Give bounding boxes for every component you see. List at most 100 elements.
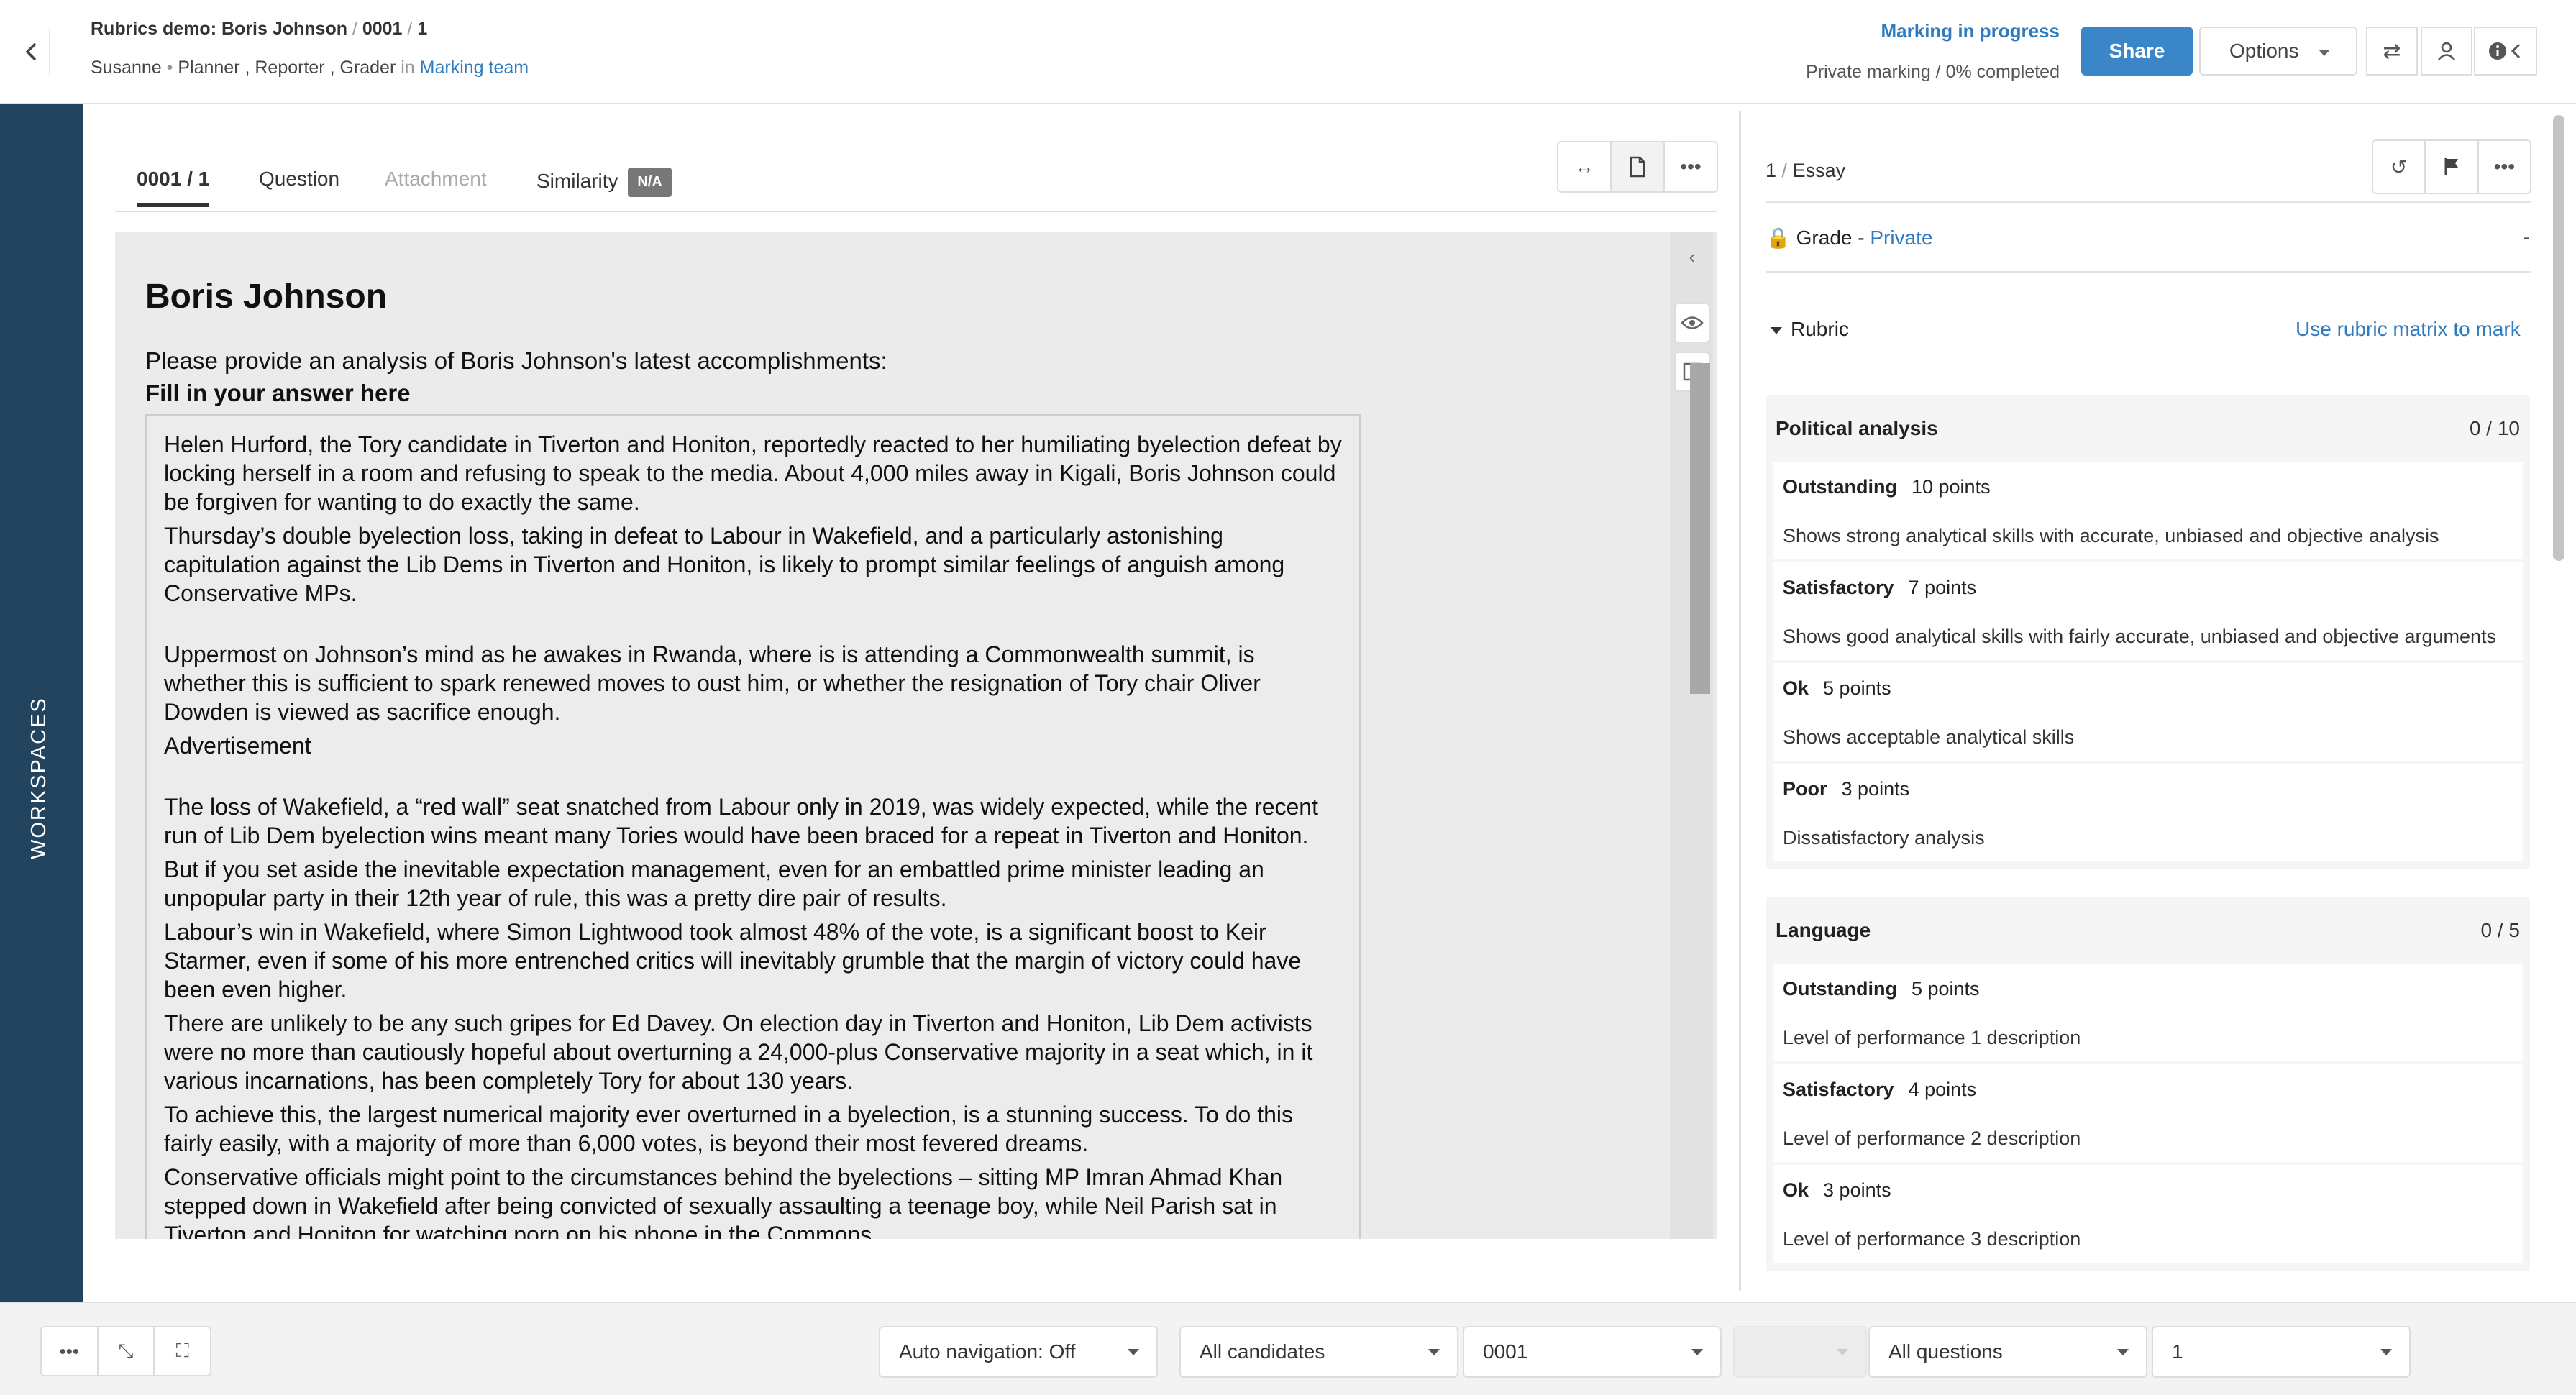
expand-width-button[interactable]: ↔ — [1558, 142, 1612, 191]
panel-divider[interactable] — [1739, 111, 1741, 1291]
similarity-badge: N/A — [628, 168, 672, 197]
in-word: in — [401, 58, 415, 78]
document-scrollbar[interactable] — [1690, 363, 1710, 694]
flag-button[interactable] — [2426, 141, 2479, 193]
level-points: 10 points — [1911, 476, 1991, 498]
role-list: Planner , Reporter , Grader — [178, 58, 396, 78]
grade-privacy-link[interactable]: Private — [1870, 227, 1932, 249]
level-name: Outstanding — [1783, 978, 1897, 1000]
breadcrumb: Rubrics demo: Boris Johnson / 0001 / 1 — [91, 19, 428, 39]
tab-similarity[interactable]: Similarity N/A — [536, 168, 672, 197]
info-panel-button[interactable] — [2474, 27, 2537, 76]
shrink-button[interactable]: ⤡ — [99, 1327, 155, 1375]
tab-question[interactable]: Question — [259, 168, 339, 191]
questions-filter-select[interactable]: All questions — [1868, 1326, 2147, 1378]
level-description: Shows good analytical skills with fairly… — [1783, 626, 2497, 647]
more-icon: ••• — [1680, 155, 1702, 178]
breadcrumb-candidate[interactable]: 0001 — [362, 19, 403, 39]
criterion-name: Language — [1776, 919, 1871, 941]
caret-down-icon — [1771, 326, 1782, 334]
team-link[interactable]: Marking team — [420, 58, 529, 78]
share-button[interactable]: Share — [2081, 27, 2193, 76]
level-description: Level of performance 3 description — [1783, 1228, 2081, 1250]
more-icon: ••• — [59, 1340, 79, 1362]
back-button[interactable] — [14, 29, 50, 75]
breadcrumb-question[interactable]: 1 — [417, 19, 427, 39]
swap-button[interactable]: ⇄ — [2366, 27, 2418, 76]
panel-more-button[interactable]: ••• — [2479, 141, 2530, 193]
undo-icon: ↺ — [2390, 155, 2408, 178]
chevron-down-icon — [2319, 50, 2330, 56]
expand-width-icon: ↔ — [1574, 155, 1594, 178]
criterion-name: Political analysis — [1776, 417, 1938, 439]
rubric-level[interactable]: Satisfactory 7 points Shows good analytic… — [1773, 562, 2523, 660]
eye-button[interactable] — [1674, 303, 1710, 343]
chevron-down-icon — [1128, 1349, 1139, 1355]
collapse-icon — [2511, 43, 2521, 59]
disabled-select — [1733, 1326, 1867, 1378]
level-description: Shows strong analytical skills with accu… — [1783, 525, 2439, 546]
similarity-label: Similarity — [536, 169, 618, 192]
collapse-tools-button[interactable]: ‹ — [1674, 237, 1710, 277]
candidate-value: 0001 — [1483, 1340, 1528, 1363]
rubric-level[interactable]: Ok 5 points Shows acceptable analytical s… — [1773, 663, 2523, 761]
criterion-political-analysis: Political analysis 0 / 10 Outstanding 10 … — [1766, 395, 2530, 869]
tab-attachment[interactable]: Attachment — [385, 168, 487, 191]
workspaces-label: WORKSPACES — [27, 697, 50, 859]
more-icon: ••• — [2493, 155, 2516, 178]
question-value: 1 — [2172, 1340, 2183, 1363]
document-view-button[interactable] — [1612, 142, 1665, 191]
undo-button[interactable]: ↺ — [2373, 141, 2426, 193]
options-dropdown[interactable]: Options — [2199, 27, 2357, 76]
grade-value: - — [2523, 226, 2530, 248]
criterion-language: Language 0 / 5 Outstanding 5 points Level… — [1766, 897, 2530, 1271]
grade-label: Grade — [1796, 227, 1853, 249]
answer-text-box[interactable]: Helen Hurford, the Tory candidate in Tiv… — [145, 414, 1361, 1239]
answer-document[interactable]: Boris Johnson Please provide an analysis… — [115, 232, 1717, 1239]
top-header: Rubrics demo: Boris Johnson / 0001 / 1 S… — [0, 0, 2576, 104]
answer-paragraph: There are unlikely to be any such gripes… — [164, 1010, 1313, 1094]
auto-navigation-select[interactable]: Auto navigation: Off — [879, 1326, 1158, 1378]
rubric-matrix-link[interactable]: Use rubric matrix to mark — [2296, 318, 2521, 341]
candidates-filter-value: All candidates — [1200, 1340, 1325, 1363]
rubric-level[interactable]: Outstanding 10 points Shows strong analyt… — [1773, 462, 2523, 559]
rubric-level[interactable]: Outstanding 5 points Level of performance… — [1773, 964, 2523, 1061]
eye-icon — [1681, 316, 1704, 329]
rubric-level[interactable]: Satisfactory 4 points Level of performanc… — [1773, 1064, 2523, 1162]
answer-paragraph: Uppermost on Johnson’s mind as he awakes… — [164, 641, 1261, 725]
criterion-header: Language 0 / 5 — [1766, 897, 2530, 964]
panel-scrollbar[interactable] — [2553, 115, 2564, 561]
question-type: Essay — [1792, 160, 1846, 181]
level-points: 5 points — [1823, 677, 1891, 699]
level-description: Level of performance 2 description — [1783, 1128, 2081, 1149]
rubric-toggle[interactable]: Rubric — [1771, 318, 1849, 341]
fullscreen-button[interactable]: ⛶ — [155, 1327, 210, 1375]
marking-status[interactable]: Marking in progress — [1881, 20, 2060, 42]
question-select[interactable]: 1 — [2152, 1326, 2411, 1378]
question-number: 1 — [1766, 160, 1777, 181]
candidates-filter-select[interactable]: All candidates — [1179, 1326, 1458, 1378]
level-points: 7 points — [1908, 577, 1977, 598]
workspaces-sidebar[interactable]: WORKSPACES — [0, 104, 83, 1302]
level-name: Satisfactory — [1783, 577, 1894, 598]
tab-candidate[interactable]: 0001 / 1 — [137, 168, 210, 207]
rubric-label: Rubric — [1791, 318, 1849, 340]
more-button[interactable]: ••• — [1665, 142, 1717, 191]
chevron-down-icon — [1837, 1349, 1848, 1355]
rubric-level[interactable]: Ok 3 points Level of performance 3 descri… — [1773, 1165, 2523, 1263]
level-name: Ok — [1783, 677, 1809, 699]
breadcrumb-test[interactable]: Rubrics demo: Boris Johnson — [91, 19, 347, 39]
user-button[interactable] — [2421, 27, 2472, 76]
back-icon — [25, 43, 36, 60]
level-name: Satisfactory — [1783, 1079, 1894, 1100]
shrink-icon: ⤡ — [118, 1340, 134, 1361]
level-name: Outstanding — [1783, 476, 1897, 498]
auto-navigation-value: Auto navigation: Off — [899, 1340, 1076, 1363]
candidate-select[interactable]: 0001 — [1463, 1326, 1722, 1378]
chevron-down-icon — [1428, 1349, 1440, 1355]
questions-filter-value: All questions — [1888, 1340, 2003, 1363]
options-label: Options — [2229, 40, 2299, 62]
rubric-level[interactable]: Poor 3 points Dissatisfactory analysis — [1773, 764, 2523, 861]
bottom-more-button[interactable]: ••• — [42, 1327, 99, 1375]
fullscreen-icon: ⛶ — [175, 1340, 189, 1361]
